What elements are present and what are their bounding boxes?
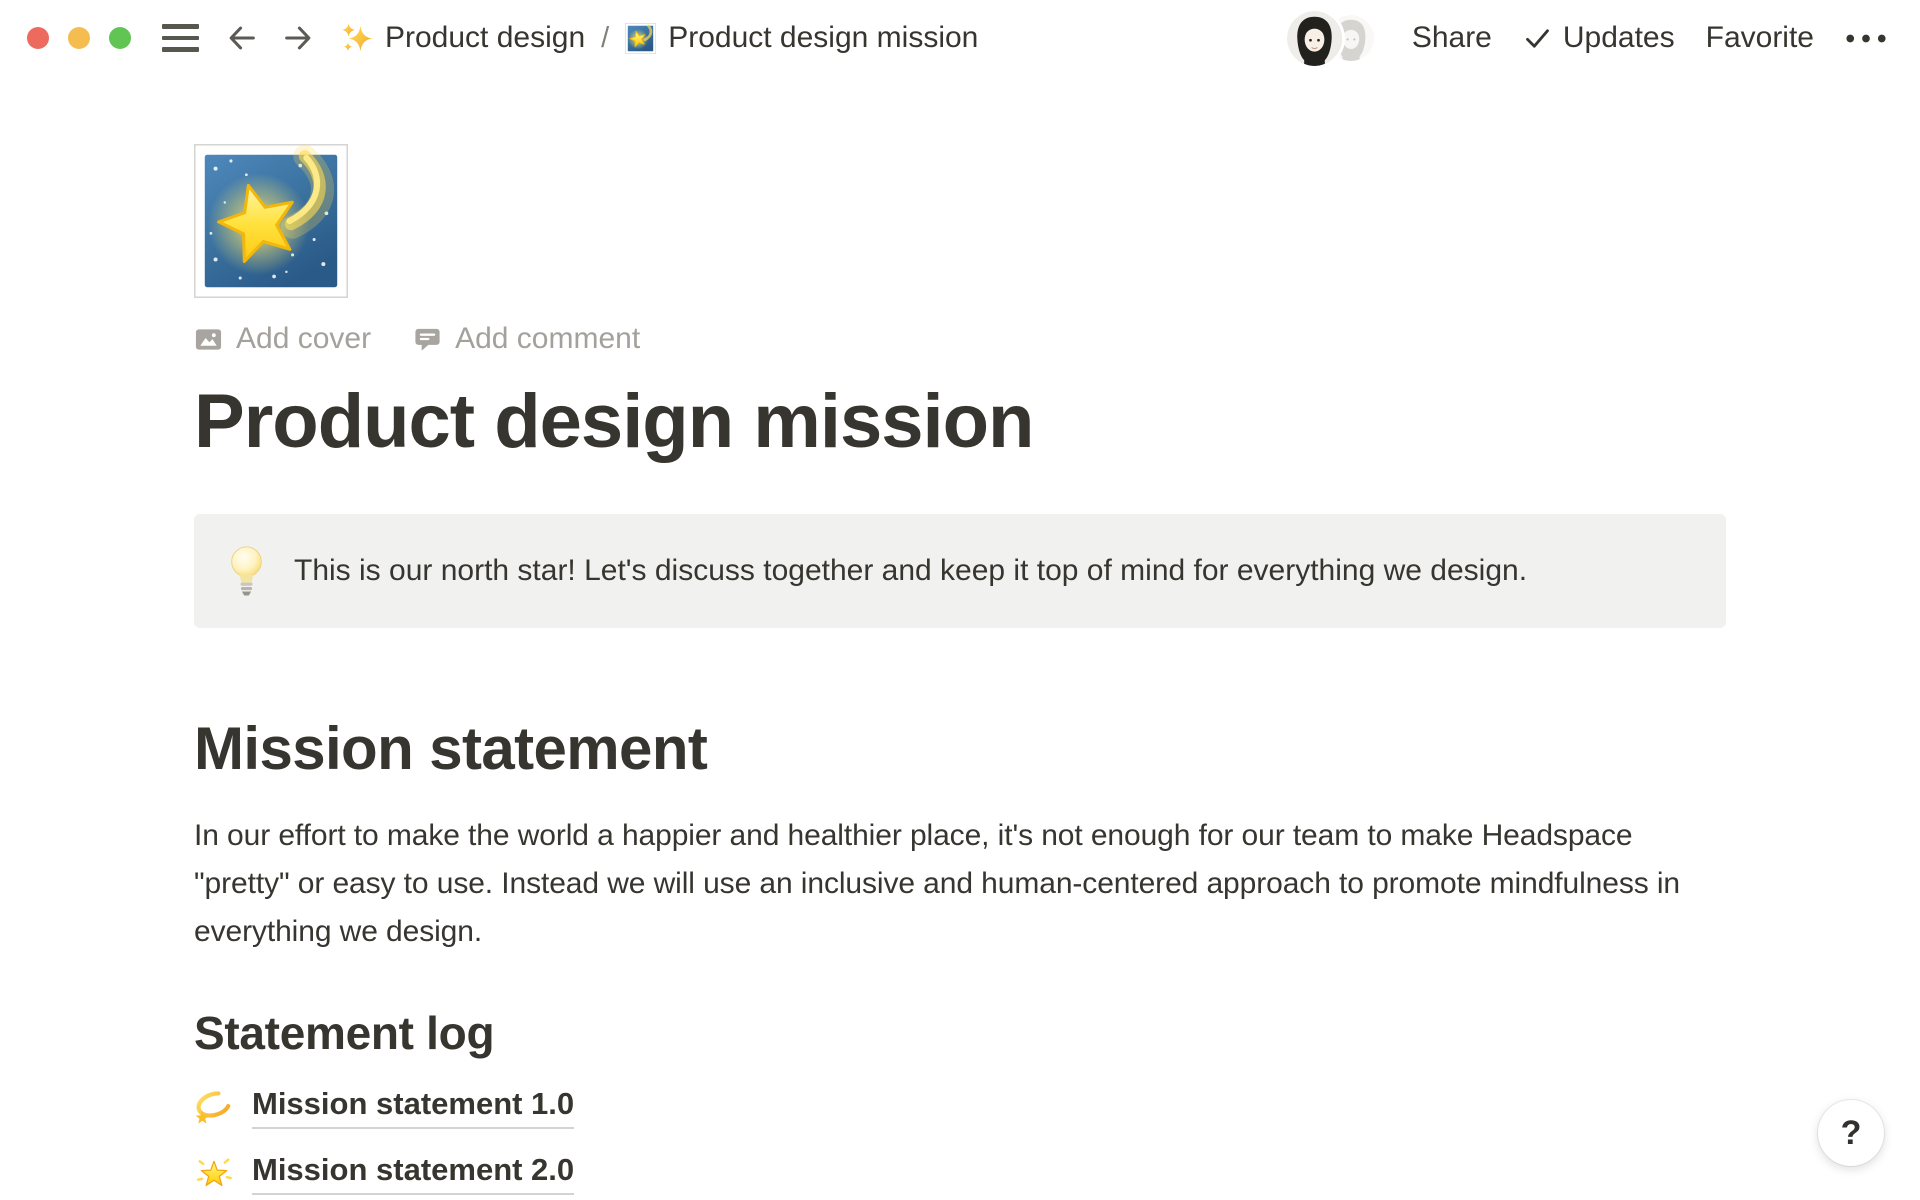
window-titlebar: Product design / Product design mission bbox=[0, 0, 1920, 76]
forward-arrow-icon bbox=[281, 21, 315, 55]
collaborator-avatars[interactable] bbox=[1287, 11, 1374, 66]
comment-icon bbox=[413, 325, 442, 354]
close-button[interactable] bbox=[27, 27, 49, 49]
topbar-actions: Share Updates Favorite bbox=[1287, 11, 1887, 66]
share-button[interactable]: Share bbox=[1412, 21, 1492, 55]
callout-text: This is our north star! Let's discuss to… bbox=[294, 554, 1527, 588]
updates-label: Updates bbox=[1563, 21, 1675, 55]
favorite-button[interactable]: Favorite bbox=[1706, 21, 1814, 55]
back-button[interactable] bbox=[224, 20, 260, 56]
minimize-button[interactable] bbox=[68, 27, 90, 49]
member-avatar-1[interactable] bbox=[1287, 11, 1342, 66]
glowing-star-icon bbox=[194, 1153, 234, 1193]
breadcrumb-item-current-page[interactable]: Product design mission bbox=[625, 21, 978, 55]
more-options-button[interactable] bbox=[1845, 33, 1887, 44]
page-icon-shooting-star[interactable] bbox=[194, 144, 348, 298]
forward-button[interactable] bbox=[280, 20, 316, 56]
page-link-mission-statement-2[interactable]: Mission statement 2.0 bbox=[194, 1150, 574, 1196]
sidebar-toggle-button[interactable] bbox=[162, 24, 199, 52]
add-cover-label: Add cover bbox=[236, 322, 371, 356]
ellipsis-icon bbox=[1845, 33, 1887, 44]
mission-statement-heading: Mission statement bbox=[194, 716, 1726, 782]
dizzy-star-icon bbox=[194, 1087, 234, 1127]
history-nav bbox=[224, 20, 316, 56]
callout-block: This is our north star! Let's discuss to… bbox=[194, 514, 1726, 628]
add-comment-button[interactable]: Add comment bbox=[413, 322, 640, 356]
light-bulb-icon bbox=[228, 545, 265, 597]
check-icon bbox=[1523, 24, 1552, 53]
add-cover-button[interactable]: Add cover bbox=[194, 322, 371, 356]
sparkles-icon bbox=[340, 22, 373, 55]
hamburger-icon bbox=[162, 24, 199, 29]
window-controls bbox=[27, 27, 131, 49]
back-arrow-icon bbox=[225, 21, 259, 55]
shooting-star-thumbnail-icon bbox=[625, 23, 656, 54]
page-link-label[interactable]: Mission statement 1.0 bbox=[252, 1086, 574, 1129]
breadcrumb: Product design / Product design mission bbox=[340, 21, 978, 55]
page-link-label[interactable]: Mission statement 2.0 bbox=[252, 1152, 574, 1195]
statement-log-heading: Statement log bbox=[194, 1008, 1726, 1059]
add-comment-label: Add comment bbox=[455, 322, 640, 356]
maximize-button[interactable] bbox=[109, 27, 131, 49]
updates-button[interactable]: Updates bbox=[1523, 21, 1675, 55]
page-link-mission-statement-1[interactable]: Mission statement 1.0 bbox=[194, 1084, 574, 1130]
page-title: Product design mission bbox=[194, 382, 1726, 462]
breadcrumb-label: Product design bbox=[385, 21, 585, 55]
page-content: Add cover Add comment Product design mis… bbox=[194, 76, 1726, 1196]
breadcrumb-label: Product design mission bbox=[668, 21, 978, 55]
question-mark-label: ? bbox=[1841, 1114, 1862, 1153]
image-icon bbox=[194, 325, 223, 354]
breadcrumb-item-product-design[interactable]: Product design bbox=[340, 21, 585, 55]
page-meta-actions: Add cover Add comment bbox=[194, 322, 1726, 356]
breadcrumb-separator: / bbox=[599, 22, 611, 55]
help-button[interactable]: ? bbox=[1818, 1100, 1884, 1166]
mission-paragraph: In our effort to make the world a happie… bbox=[194, 812, 1726, 956]
